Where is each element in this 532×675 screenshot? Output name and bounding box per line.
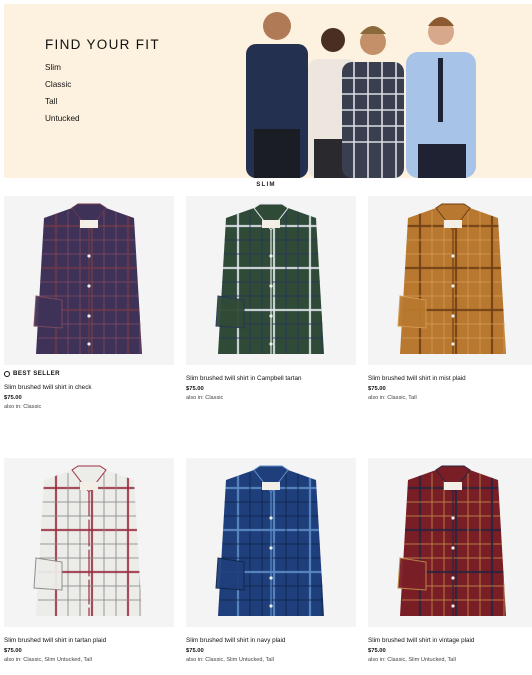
outline-circle-icon <box>4 370 10 377</box>
product-price: $75.00 <box>368 386 386 392</box>
model-navy-shirt <box>246 12 308 178</box>
also-available-in: also in: Classic, Slim Untucked, Tall <box>186 657 274 663</box>
product-image[interactable] <box>4 196 174 365</box>
product-card[interactable]: Slim brushed twill shirt in tartan plaid… <box>4 458 174 663</box>
product-info: Slim brushed twill shirt in tartan plaid… <box>4 637 180 663</box>
product-info: Slim brushed twill shirt in navy plaid $7… <box>186 637 362 663</box>
product-card[interactable]: Slim brushed twill shirt in mist plaid $7… <box>368 196 532 401</box>
product-name-link[interactable]: Slim brushed twill shirt in mist plaid <box>368 375 532 382</box>
also-available-in: also in: Classic, Slim Untucked, Tall <box>4 657 92 663</box>
product-card[interactable]: Slim brushed twill shirt in Campbell tar… <box>186 196 356 401</box>
fit-link-tall[interactable]: Tall <box>45 97 57 106</box>
also-available-in: also in: Classic, Slim Untucked, Tall <box>368 657 456 663</box>
product-info: Slim brushed twill shirt in check $75.00 a… <box>4 384 180 410</box>
hero-models-photo <box>246 12 476 178</box>
product-card[interactable]: BEST SELLER Slim brushed twill shirt in c… <box>4 196 174 410</box>
product-info: Slim brushed twill shirt in vintage plai… <box>368 637 532 663</box>
fit-link-untucked[interactable]: Untucked <box>45 114 80 123</box>
product-name-link[interactable]: Slim brushed twill shirt in vintage plai… <box>368 637 532 644</box>
product-image[interactable] <box>368 196 532 365</box>
product-price: $75.00 <box>368 648 386 654</box>
product-price: $75.00 <box>4 648 22 654</box>
product-image[interactable] <box>4 458 174 627</box>
also-available-in: also in: Classic <box>4 404 42 410</box>
product-info: Slim brushed twill shirt in Campbell tar… <box>186 375 362 401</box>
hero-banner: FIND YOUR FIT Slim Classic Tall Untucked <box>4 4 532 178</box>
product-price: $75.00 <box>4 395 22 401</box>
also-available-in: also in: Classic <box>186 395 224 401</box>
product-info: Slim brushed twill shirt in mist plaid $7… <box>368 375 532 401</box>
product-name-link[interactable]: Slim brushed twill shirt in check <box>4 384 180 391</box>
product-image[interactable] <box>186 458 356 627</box>
product-name-link[interactable]: Slim brushed twill shirt in tartan plaid <box>4 637 180 644</box>
section-label-slim: SLIM <box>256 181 276 188</box>
product-image[interactable] <box>368 458 532 627</box>
model-check-shirt <box>342 26 404 178</box>
product-card[interactable]: Slim brushed twill shirt in vintage plai… <box>368 458 532 663</box>
product-name-link[interactable]: Slim brushed twill shirt in navy plaid <box>186 637 362 644</box>
product-name-link[interactable]: Slim brushed twill shirt in Campbell tar… <box>186 375 362 382</box>
model-blue-shirt <box>406 17 476 178</box>
product-price: $75.00 <box>186 648 204 654</box>
fit-link-classic[interactable]: Classic <box>45 80 71 89</box>
badge-label: BEST SELLER <box>13 370 61 377</box>
also-available-in: also in: Classic, Tall <box>368 395 417 401</box>
best-seller-badge: BEST SELLER <box>4 370 60 377</box>
product-image[interactable] <box>186 196 356 365</box>
hero-title: FIND YOUR FIT <box>45 37 160 52</box>
fit-link-slim[interactable]: Slim <box>45 63 61 72</box>
product-card[interactable]: Slim brushed twill shirt in navy plaid $7… <box>186 458 356 663</box>
product-price: $75.00 <box>186 386 204 392</box>
